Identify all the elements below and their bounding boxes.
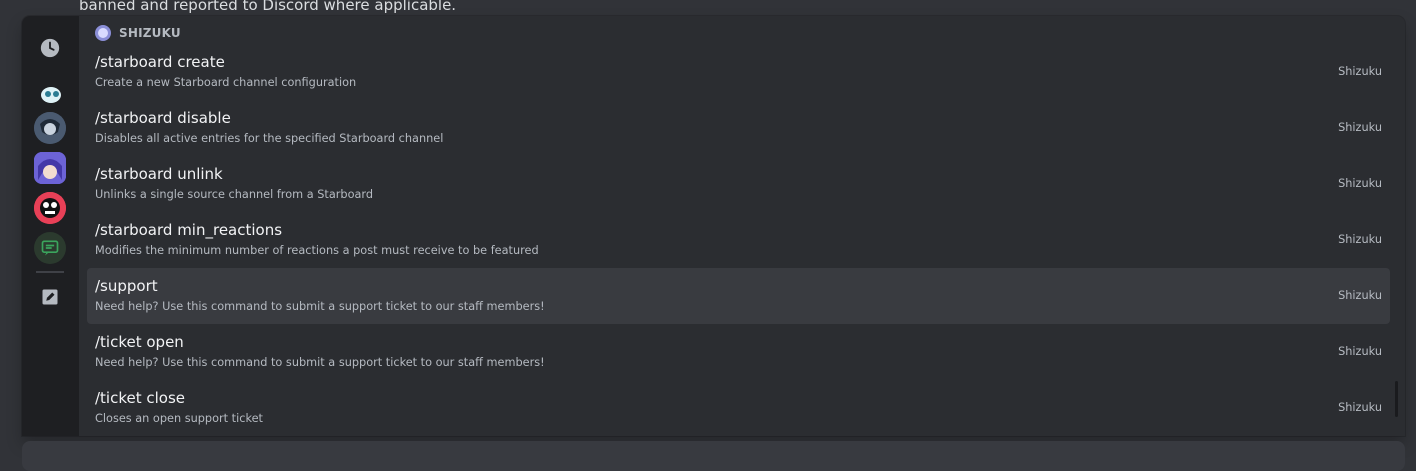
command-source: Shizuku: [1338, 401, 1382, 414]
section-app-name: SHIZUKU: [119, 26, 181, 40]
command-source: Shizuku: [1338, 121, 1382, 134]
section-header: SHIZUKU: [95, 25, 181, 41]
scrollbar-thumb[interactable]: [1395, 381, 1398, 417]
command-name: /starboard disable: [95, 109, 231, 127]
command-name: /starboard min_reactions: [95, 221, 283, 239]
command-description: Need help? Use this command to submit a …: [95, 300, 545, 313]
command-source: Shizuku: [1338, 65, 1382, 78]
command-item[interactable]: /ticket close Closes an open support tic…: [87, 380, 1390, 436]
command-name: /ticket open: [95, 333, 184, 351]
command-list: SHIZUKU /starboard create Create a new S…: [79, 16, 1405, 436]
app-icon-4[interactable]: [34, 192, 66, 224]
rail-divider: [36, 271, 64, 273]
command-description: Closes an open support ticket: [95, 412, 263, 425]
command-source: Shizuku: [1338, 177, 1382, 190]
command-source: Shizuku: [1338, 289, 1382, 302]
command-source: Shizuku: [1338, 345, 1382, 358]
command-description: Create a new Starboard channel configura…: [95, 76, 357, 89]
command-item-selected[interactable]: /support Need help? Use this command to …: [87, 268, 1390, 324]
command-item[interactable]: /starboard min_reactions Modifies the mi…: [87, 212, 1390, 268]
message-input-bar[interactable]: [22, 441, 1405, 471]
app-icon-2[interactable]: [34, 112, 66, 144]
command-name: /starboard unlink: [95, 165, 223, 183]
command-description: Disables all active entries for the spec…: [95, 132, 444, 145]
command-source: Shizuku: [1338, 233, 1382, 246]
command-description: Modifies the minimum number of reactions…: [95, 244, 539, 257]
background-message-text: banned and reported to Discord where app…: [79, 0, 457, 14]
app-icon-1[interactable]: [34, 78, 66, 110]
command-item[interactable]: /starboard create Create a new Starboard…: [87, 44, 1390, 100]
command-item[interactable]: /starboard disable Disables all active e…: [87, 100, 1390, 156]
command-item[interactable]: /starboard unlink Unlinks a single sourc…: [87, 156, 1390, 212]
command-name: /starboard create: [95, 53, 225, 71]
app-icon-shizuku[interactable]: [34, 152, 66, 184]
command-name: /support: [95, 277, 158, 295]
edit-icon[interactable]: [34, 281, 66, 313]
command-description: Unlinks a single source channel from a S…: [95, 188, 374, 201]
app-filter-rail: [22, 16, 79, 436]
command-name: /ticket close: [95, 389, 186, 407]
recent-icon[interactable]: [34, 32, 66, 64]
command-description: Need help? Use this command to submit a …: [95, 356, 545, 369]
chat-icon[interactable]: [34, 232, 66, 264]
shizuku-avatar: [95, 25, 111, 41]
command-item[interactable]: /ticket open Need help? Use this command…: [87, 324, 1390, 380]
command-autocomplete-popup: SHIZUKU /starboard create Create a new S…: [22, 16, 1405, 436]
